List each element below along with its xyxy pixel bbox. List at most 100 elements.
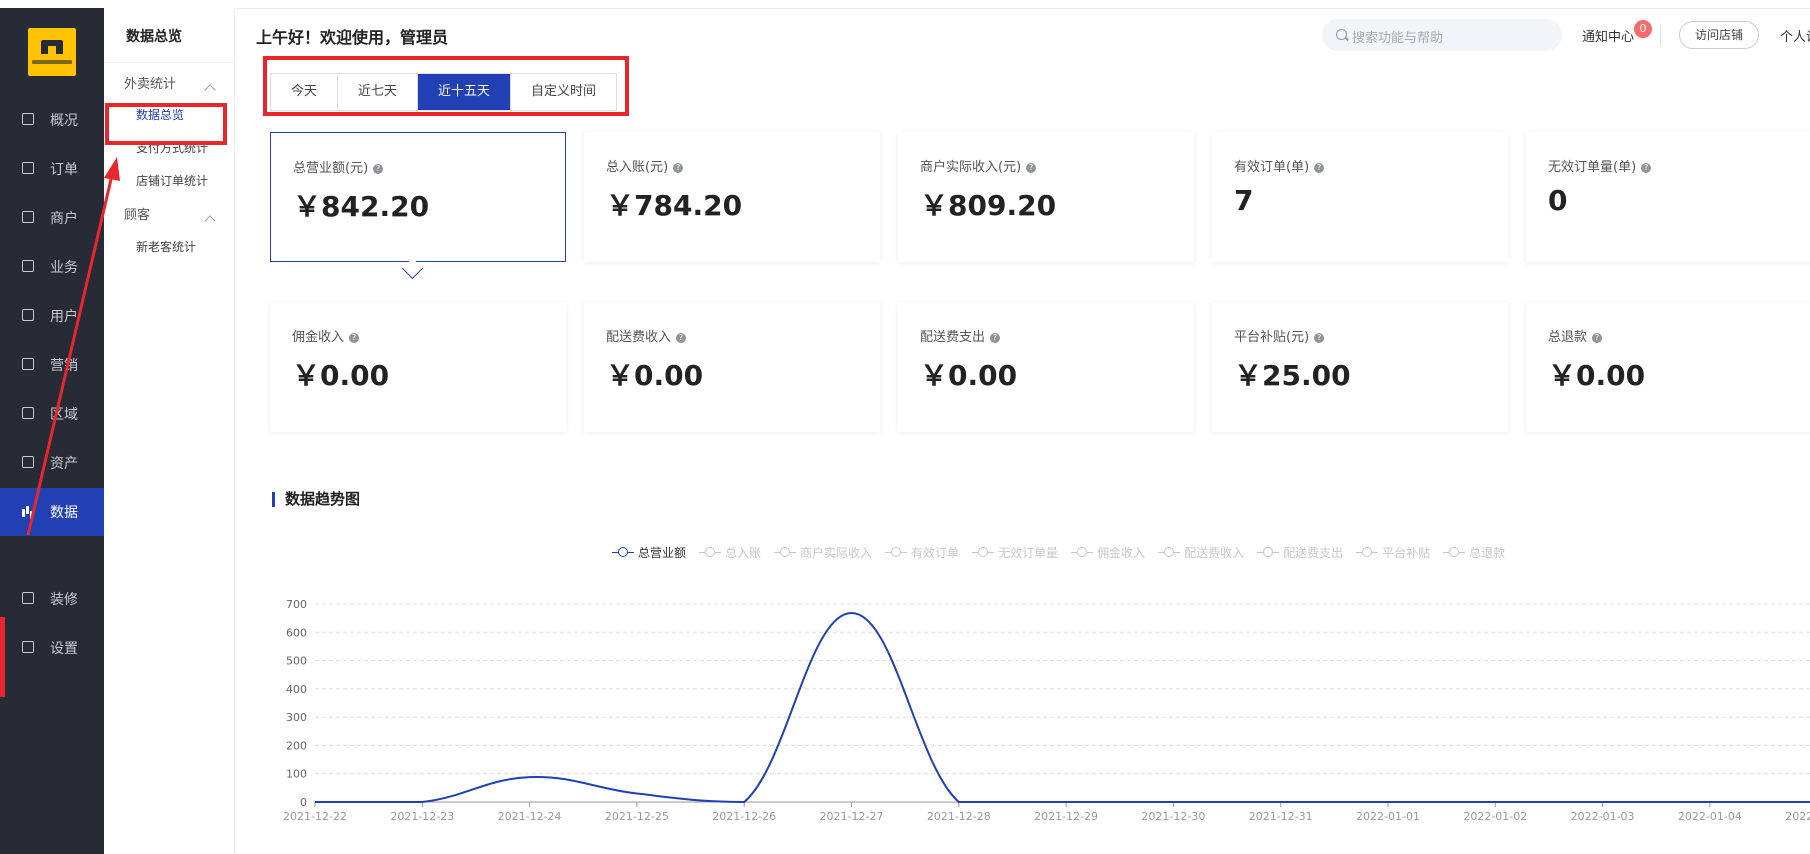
tab-last-15-days[interactable]: 近十五天 bbox=[418, 74, 512, 110]
y-tick-label: 0 bbox=[300, 796, 307, 809]
x-tick-label: 2022-01-01 bbox=[1356, 810, 1420, 823]
legend-item[interactable]: 佣金收入 bbox=[1071, 544, 1145, 560]
legend-item[interactable]: 总营业额 bbox=[612, 544, 686, 560]
stat-card-label: 配送费收入 bbox=[606, 330, 672, 345]
chart-legend: 总营业额 总入账 商户实际收入 有效订单 无效订单量 佣金收入 配送费收入 配送费支出 平台补贴… bbox=[612, 544, 1518, 560]
x-tick-label: 2021-12-22 bbox=[283, 810, 347, 823]
x-tick-label: 2021-12-25 bbox=[605, 810, 669, 823]
stat-card-label: 平台补贴(元) bbox=[1234, 330, 1310, 345]
legend-item[interactable]: 商户实际收入 bbox=[774, 544, 872, 560]
legend-marker-icon bbox=[885, 547, 908, 557]
stat-card-value: 7 bbox=[1234, 184, 1254, 217]
y-tick-label: 600 bbox=[286, 626, 307, 639]
help-icon[interactable]: ? bbox=[1314, 333, 1325, 343]
chart-title: 数据趋势图 bbox=[272, 492, 360, 507]
notification-badge: 0 bbox=[1634, 20, 1652, 38]
legend-marker-icon bbox=[774, 547, 797, 557]
legend-label: 平台补贴 bbox=[1382, 545, 1431, 560]
x-tick-label: 2021-12-23 bbox=[390, 810, 454, 823]
legend-item[interactable]: 配送费收入 bbox=[1158, 544, 1244, 560]
legend-marker-icon bbox=[699, 547, 722, 557]
stat-card-value: ￥784.20 bbox=[606, 189, 743, 222]
help-icon[interactable]: ? bbox=[676, 333, 687, 343]
stat-card-value: ￥0.00 bbox=[292, 359, 390, 392]
stat-card[interactable]: 佣金收入? ￥0.00 bbox=[270, 302, 566, 432]
stat-card[interactable]: 商户实际收入(元)? ￥809.20 bbox=[898, 132, 1194, 262]
x-tick-label: 2022-01-03 bbox=[1571, 810, 1635, 823]
tab-today[interactable]: 今天 bbox=[271, 74, 339, 110]
y-tick-label: 300 bbox=[286, 711, 307, 724]
stat-card-label: 总退款 bbox=[1548, 330, 1588, 345]
x-tick-label: 2021-12-24 bbox=[498, 810, 562, 823]
stat-card[interactable]: 无效订单量(单)? 0 bbox=[1526, 132, 1810, 262]
trend-chart: 0 100 200 300 400 500 600 700 2021-12-22 2021-12-… bbox=[283, 598, 1810, 823]
y-tick-label: 400 bbox=[286, 683, 307, 696]
legend-label: 配送费收入 bbox=[1184, 545, 1245, 560]
x-tick-label: 2022-01-04 bbox=[1678, 810, 1742, 823]
stat-card[interactable]: 总退款? ￥0.00 bbox=[1526, 302, 1810, 432]
legend-label: 佣金收入 bbox=[1097, 545, 1146, 560]
legend-label: 配送费支出 bbox=[1283, 545, 1344, 560]
stat-card[interactable]: 平台补贴(元)? ￥25.00 bbox=[1212, 302, 1508, 432]
search-box[interactable]: 搜索功能与帮助 bbox=[1322, 19, 1562, 51]
visit-store-button[interactable]: 访问店铺 bbox=[1679, 21, 1759, 49]
stat-card[interactable]: 总营业额(元)? ￥842.20 bbox=[270, 132, 566, 262]
stat-card[interactable]: 配送费支出? ￥0.00 bbox=[898, 302, 1194, 432]
search-icon bbox=[1336, 29, 1347, 40]
legend-item[interactable]: 无效订单量 bbox=[972, 544, 1058, 560]
tab-custom-range[interactable]: 自定义时间 bbox=[511, 74, 616, 110]
x-tick-label: 2022-01-05 bbox=[1785, 810, 1810, 823]
stat-card-label: 有效订单(单) bbox=[1234, 160, 1310, 175]
y-tick-label: 500 bbox=[286, 655, 307, 668]
notification-center-link[interactable]: 通知中心 bbox=[1582, 26, 1634, 45]
help-icon[interactable]: ? bbox=[990, 333, 1001, 343]
x-tick-label: 2022-01-02 bbox=[1463, 810, 1527, 823]
x-tick-label: 2021-12-26 bbox=[712, 810, 776, 823]
legend-label: 无效订单量 bbox=[998, 545, 1059, 560]
legend-item[interactable]: 总入账 bbox=[699, 544, 761, 560]
legend-label: 总入账 bbox=[725, 545, 762, 560]
profile-link[interactable]: 个人设置 bbox=[1780, 26, 1810, 45]
legend-item[interactable]: 配送费支出 bbox=[1257, 544, 1343, 560]
legend-marker-icon bbox=[1257, 547, 1280, 557]
tab-last-7-days[interactable]: 近七天 bbox=[338, 74, 419, 110]
stat-card-label: 总营业额(元) bbox=[293, 161, 369, 176]
y-tick-label: 700 bbox=[286, 598, 307, 611]
legend-label: 总退款 bbox=[1469, 545, 1506, 560]
help-icon[interactable]: ? bbox=[1641, 163, 1652, 173]
legend-item[interactable]: 总退款 bbox=[1443, 544, 1505, 560]
stat-card[interactable]: 有效订单(单)? 7 bbox=[1212, 132, 1508, 262]
x-tick-label: 2021-12-28 bbox=[927, 810, 991, 823]
legend-label: 有效订单 bbox=[911, 545, 960, 560]
search-input[interactable]: 搜索功能与帮助 bbox=[1352, 27, 1443, 46]
stat-card-label: 无效订单量(单) bbox=[1548, 160, 1637, 175]
stat-card-label: 佣金收入 bbox=[292, 330, 345, 345]
x-tick-label: 2021-12-31 bbox=[1249, 810, 1313, 823]
stat-card-value: ￥809.20 bbox=[920, 189, 1057, 222]
help-icon[interactable]: ? bbox=[349, 333, 360, 343]
help-icon[interactable]: ? bbox=[1314, 163, 1325, 173]
stat-card-value: 0 bbox=[1548, 184, 1568, 217]
stat-card-value: ￥0.00 bbox=[606, 359, 704, 392]
help-icon[interactable]: ? bbox=[1026, 163, 1037, 173]
legend-item[interactable]: 平台补贴 bbox=[1356, 544, 1430, 560]
help-icon[interactable]: ? bbox=[373, 164, 384, 174]
y-tick-label: 200 bbox=[286, 739, 307, 752]
x-tick-label: 2021-12-29 bbox=[1034, 810, 1098, 823]
legend-marker-icon bbox=[1443, 547, 1466, 557]
stat-card[interactable]: 总入账(元)? ￥784.20 bbox=[584, 132, 880, 262]
stat-card[interactable]: 配送费收入? ￥0.00 bbox=[584, 302, 880, 432]
legend-marker-icon bbox=[1158, 547, 1181, 557]
stat-card-label: 配送费支出 bbox=[920, 330, 986, 345]
legend-marker-icon bbox=[1356, 547, 1379, 557]
help-icon[interactable]: ? bbox=[1592, 333, 1603, 343]
help-icon[interactable]: ? bbox=[673, 163, 684, 173]
stat-card-value: ￥842.20 bbox=[293, 190, 430, 223]
legend-item[interactable]: 有效订单 bbox=[885, 544, 959, 560]
x-tick-label: 2021-12-30 bbox=[1141, 810, 1205, 823]
stat-card-label: 总入账(元) bbox=[606, 160, 669, 175]
greeting-text: 上午好！欢迎使用，管理员 bbox=[256, 28, 449, 47]
x-tick-label: 2021-12-27 bbox=[820, 810, 884, 823]
legend-marker-icon bbox=[612, 547, 634, 557]
legend-label: 商户实际收入 bbox=[800, 545, 873, 560]
